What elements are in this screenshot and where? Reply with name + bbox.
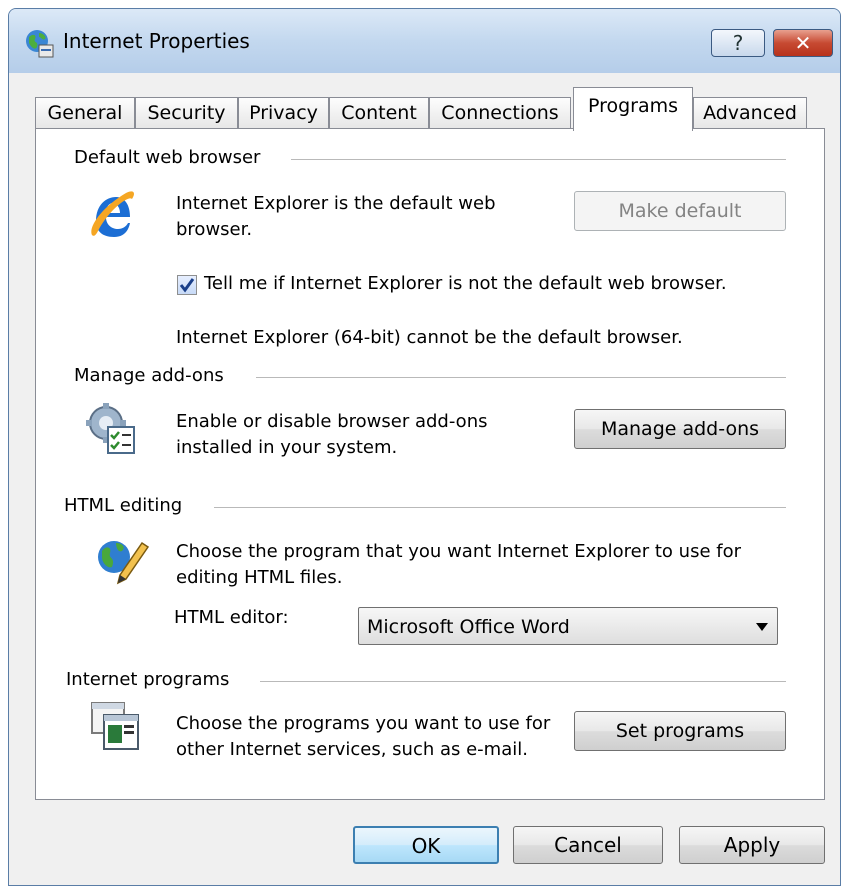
html-editor-value: Microsoft Office Word xyxy=(367,616,570,638)
manage-addons-heading: Manage add-ons xyxy=(74,365,224,386)
tab-connections[interactable]: Connections xyxy=(429,97,571,129)
tab-content[interactable]: Content xyxy=(329,97,429,129)
tab-advanced[interactable]: Advanced xyxy=(693,97,807,129)
html-editor-label: HTML editor: xyxy=(174,607,289,628)
group-divider xyxy=(214,507,786,508)
html-editing-heading: HTML editing xyxy=(64,495,183,516)
default-browser-checkbox-label[interactable]: Tell me if Internet Explorer is not the … xyxy=(204,271,804,297)
64bit-note: Internet Explorer (64-bit) cannot be the… xyxy=(176,327,683,348)
window-title: Internet Properties xyxy=(63,29,250,53)
default-browser-description: Internet Explorer is the default web bro… xyxy=(176,193,496,240)
apply-button[interactable]: Apply xyxy=(679,826,825,864)
default-browser-checkbox[interactable] xyxy=(177,275,197,295)
internet-programs-description: Choose the programs you want to use for … xyxy=(176,713,551,760)
manage-addons-description: Enable or disable browser add-ons instal… xyxy=(176,411,488,458)
set-programs-button[interactable]: Set programs xyxy=(574,711,786,751)
tab-strip: General Security Privacy Content Connect… xyxy=(35,87,825,131)
internet-programs-heading: Internet programs xyxy=(66,669,230,690)
tab-general[interactable]: General xyxy=(35,97,135,129)
cancel-button[interactable]: Cancel xyxy=(513,826,663,864)
globe-icon xyxy=(26,30,54,58)
internet-properties-window: Internet Properties ? ✕ General Security… xyxy=(8,8,841,886)
chevron-down-icon xyxy=(756,623,768,631)
group-divider xyxy=(256,377,786,378)
globe-pencil-icon xyxy=(98,541,150,585)
default-browser-heading: Default web browser xyxy=(74,147,261,168)
internet-explorer-icon xyxy=(91,191,134,237)
tab-programs[interactable]: Programs xyxy=(573,87,693,131)
help-button[interactable]: ? xyxy=(711,29,765,57)
group-divider xyxy=(260,681,786,682)
group-divider xyxy=(291,159,786,160)
program-windows-icon xyxy=(91,702,139,750)
ok-button[interactable]: OK xyxy=(353,826,499,864)
close-button[interactable]: ✕ xyxy=(773,29,833,57)
dialog-client: General Security Privacy Content Connect… xyxy=(9,73,840,885)
gear-checklist-icon xyxy=(86,403,135,454)
make-default-button[interactable]: Make default xyxy=(574,191,786,231)
title-bar: Internet Properties ? ✕ xyxy=(9,9,840,73)
checkmark-icon xyxy=(179,278,195,293)
tab-security[interactable]: Security xyxy=(135,97,238,129)
manage-addons-button[interactable]: Manage add-ons xyxy=(574,409,786,449)
html-editing-description: Choose the program that you want Interne… xyxy=(176,541,741,588)
tab-privacy[interactable]: Privacy xyxy=(238,97,329,129)
html-editor-select[interactable]: Microsoft Office Word xyxy=(358,607,778,645)
programs-panel: Default web browser Internet Explorer is… xyxy=(35,128,825,800)
